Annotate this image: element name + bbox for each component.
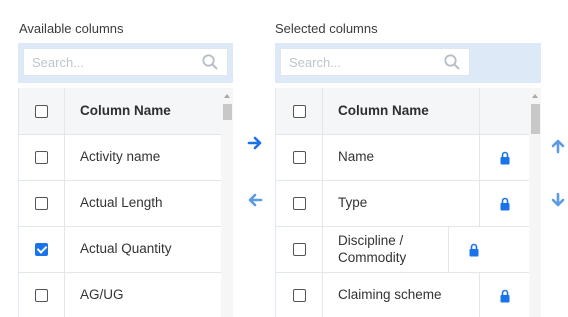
list-item[interactable]: Claiming scheme [276, 273, 529, 317]
column-name: Actual Quantity [80, 241, 172, 257]
selected-scrollbar[interactable] [529, 88, 541, 317]
arrow-right-icon[interactable] [246, 134, 264, 152]
arrow-up-icon[interactable] [549, 137, 567, 155]
lock-cell [479, 135, 529, 180]
lock-header-cell [479, 88, 529, 134]
scroll-up-arrow[interactable] [532, 94, 538, 98]
lock-icon [500, 151, 509, 164]
arrow-left-icon[interactable] [246, 191, 264, 209]
list-item[interactable]: Activity name [19, 135, 221, 181]
column-name: AG/UG [80, 287, 124, 303]
checkbox-cell [19, 135, 65, 180]
available-search-box [23, 48, 228, 76]
selected-search-box [280, 48, 470, 76]
selected-search-input[interactable] [281, 49, 469, 75]
column-name: Activity name [80, 149, 161, 165]
checkbox-cell [276, 273, 323, 317]
lock-cell [479, 181, 529, 226]
table-header-row: Column Name [276, 88, 529, 135]
row-checkbox[interactable] [292, 243, 306, 256]
row-checkbox[interactable] [35, 243, 48, 256]
row-checkbox[interactable] [35, 289, 48, 302]
row-checkbox[interactable] [35, 151, 48, 164]
column-name: Name [338, 149, 375, 165]
available-columns-title: Available columns [19, 21, 124, 36]
checkbox-cell [276, 181, 323, 226]
list-item[interactable]: Discipline / Commodity [276, 227, 529, 273]
search-icon[interactable] [443, 53, 461, 71]
list-item[interactable]: Type [276, 181, 529, 227]
checkbox-cell [276, 227, 323, 272]
search-icon[interactable] [201, 53, 219, 71]
list-item[interactable]: AG/UG [19, 273, 221, 317]
select-all-checkbox[interactable] [292, 104, 306, 118]
lock-icon [469, 243, 478, 256]
scroll-thumb[interactable] [223, 104, 232, 120]
select-all-cell [276, 88, 323, 134]
column-name-header: Column Name [80, 102, 171, 118]
arrow-down-icon[interactable] [549, 191, 567, 209]
available-columns-table: Column Name Activity name Actual Length Ac… [18, 88, 233, 317]
lock-cell [479, 273, 529, 317]
table-header-row: Column Name [19, 88, 221, 135]
checkbox-cell [19, 273, 65, 317]
checkbox-cell [19, 181, 65, 226]
select-all-cell [19, 88, 65, 134]
column-name: Claiming scheme [338, 287, 442, 303]
row-checkbox[interactable] [35, 197, 48, 210]
row-checkbox[interactable] [292, 151, 306, 164]
list-item[interactable]: Actual Length [19, 181, 221, 227]
lock-icon [500, 289, 509, 302]
list-item[interactable]: Actual Quantity [19, 227, 221, 273]
lock-icon [500, 197, 509, 210]
selected-search-bar [275, 43, 541, 83]
column-name: Discipline / Commodity [338, 233, 407, 265]
scroll-up-arrow[interactable] [224, 94, 230, 98]
row-checkbox[interactable] [292, 289, 306, 302]
available-scrollbar[interactable] [221, 88, 233, 317]
selected-columns-title: Selected columns [275, 21, 378, 36]
selected-columns-table: Column Name Name Type Discipline / Commodi… [275, 88, 541, 317]
checkbox-cell [276, 135, 323, 180]
checkbox-cell [19, 227, 65, 272]
available-search-input[interactable] [24, 49, 227, 75]
select-all-checkbox[interactable] [35, 104, 48, 118]
column-name: Type [338, 195, 368, 211]
scroll-thumb[interactable] [531, 104, 540, 134]
row-checkbox[interactable] [292, 197, 306, 210]
column-name-header: Column Name [338, 102, 429, 118]
column-name: Actual Length [80, 195, 163, 211]
available-search-bar [18, 43, 233, 83]
lock-cell [448, 227, 498, 272]
list-item[interactable]: Name [276, 135, 529, 181]
